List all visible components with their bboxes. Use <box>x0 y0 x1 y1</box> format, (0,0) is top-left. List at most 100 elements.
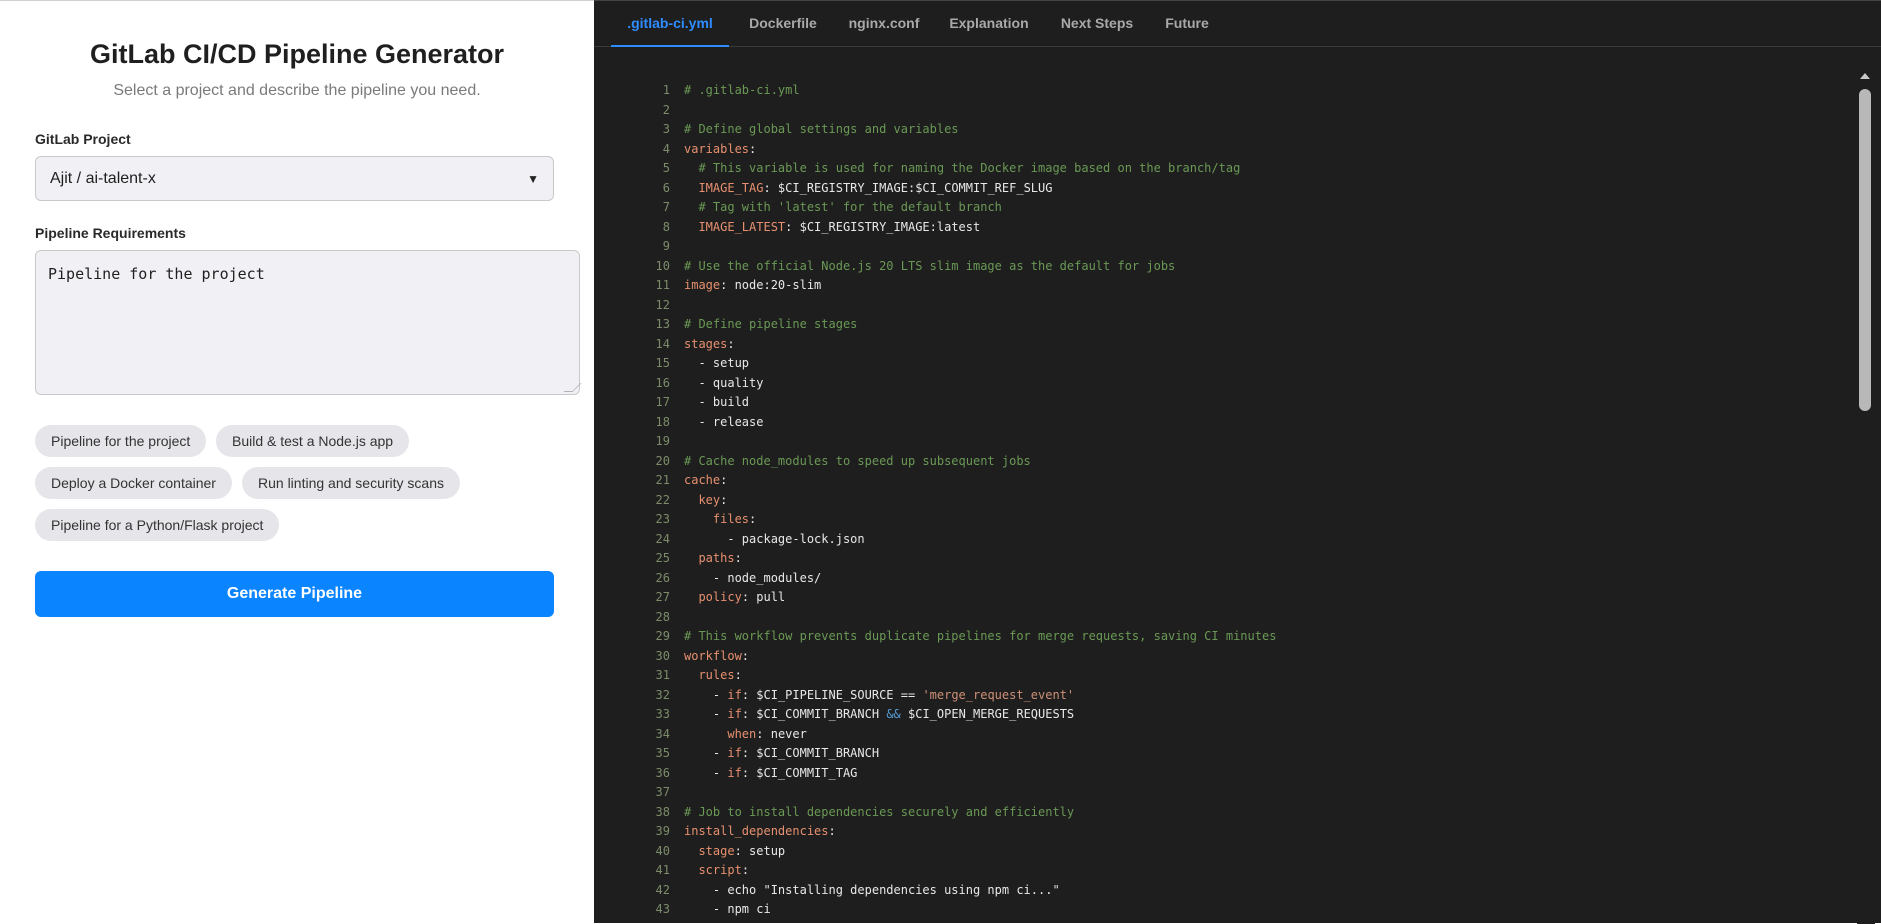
code-text: stage: setup <box>698 843 786 858</box>
code-line: 40 stage: setup <box>594 842 1854 862</box>
line-number: 15 <box>655 356 670 370</box>
code-line: 9 <box>594 237 1854 257</box>
generate-pipeline-button[interactable]: Generate Pipeline <box>35 571 554 617</box>
code-text: policy: pull <box>698 590 786 604</box>
line-number: 1 <box>662 83 670 97</box>
line-number: 18 <box>655 414 670 429</box>
line-number: 19 <box>655 434 670 448</box>
line-number: 20 <box>655 453 670 468</box>
resize-handle-icon[interactable] <box>563 383 582 392</box>
code-line: 4 variables: <box>594 140 1854 160</box>
tab-future[interactable]: Future <box>1155 1 1219 47</box>
code-line: 38 # Job to install dependencies securely… <box>594 803 1854 823</box>
code-text: # This workflow prevents duplicate pipel… <box>684 629 1277 643</box>
code-line: 3 # Define global settings and variables <box>594 120 1854 140</box>
line-number: 30 <box>655 648 670 663</box>
line-number: 41 <box>655 863 670 877</box>
project-select[interactable]: Ajit / ai-talent-x ▼ <box>35 156 554 201</box>
suggestion-chip[interactable]: Run linting and security scans <box>242 467 460 499</box>
code-line: 14 stages: <box>594 335 1854 355</box>
code-line: 13 # Define pipeline stages <box>594 315 1854 335</box>
line-number: 4 <box>662 141 670 156</box>
code-text: - node_modules/ <box>684 570 822 585</box>
line-number: 17 <box>655 395 670 409</box>
code-line: 8 IMAGE_LATEST: $CI_REGISTRY_IMAGE:lates… <box>594 218 1854 238</box>
code-line: 22 key: <box>594 491 1854 511</box>
code-text: stages: <box>684 336 735 351</box>
line-number: 24 <box>655 531 670 546</box>
code-line: 1 # .gitlab-ci.yml <box>594 81 1854 101</box>
suggestion-chip[interactable]: Deploy a Docker container <box>35 467 232 499</box>
code-line: 35 - if: $CI_COMMIT_BRANCH <box>594 744 1854 764</box>
code-text: IMAGE_LATEST: $CI_REGISTRY_IMAGE:latest <box>698 219 981 234</box>
code-text: # Job to install dependencies securely a… <box>684 804 1075 819</box>
scroll-up-arrow-icon[interactable] <box>1860 73 1870 79</box>
line-number: 12 <box>655 297 670 312</box>
code-line: 33 - if: $CI_COMMIT_BRANCH && $CI_OPEN_M… <box>594 705 1854 725</box>
line-number: 33 <box>655 707 670 721</box>
line-number: 28 <box>655 609 670 624</box>
tab-explanation[interactable]: Explanation <box>939 1 1039 47</box>
line-number: 5 <box>662 161 670 175</box>
code-text: # This variable is used for naming the D… <box>698 161 1241 175</box>
code-editor[interactable]: 1 # .gitlab-ci.yml 2 3 # Define global setti… <box>594 81 1854 924</box>
tab-gitlab-ci[interactable]: .gitlab-ci.yml <box>611 1 729 47</box>
code-line: 12 <box>594 296 1854 316</box>
line-number: 37 <box>655 785 670 799</box>
code-text: variables: <box>684 141 757 156</box>
tab-nginx-conf[interactable]: nginx.conf <box>838 1 930 47</box>
code-line: 16 - quality <box>594 374 1854 394</box>
code-line: 37 <box>594 783 1854 803</box>
scrollbar-thumb[interactable] <box>1859 89 1871 411</box>
output-tabs: .gitlab-ci.yml Dockerfile nginx.conf Exp… <box>594 1 1881 47</box>
code-line: 42 - echo "Installing dependencies using… <box>594 881 1854 901</box>
code-text: when: never <box>727 726 807 741</box>
line-number: 14 <box>655 336 670 351</box>
code-text: paths: <box>698 551 742 565</box>
code-text: # Define pipeline stages <box>684 317 858 331</box>
line-number: 34 <box>655 726 670 741</box>
code-line: 32 - if: $CI_PIPELINE_SOURCE == 'merge_r… <box>594 686 1854 706</box>
code-text: # Define global settings and variables <box>684 122 959 136</box>
suggestion-chip[interactable]: Pipeline for the project <box>35 425 207 457</box>
suggestion-chip[interactable]: Build & test a Node.js app <box>216 425 410 457</box>
line-number: 27 <box>655 590 670 604</box>
suggestion-chip[interactable]: Pipeline for a Python/Flask project <box>35 509 280 541</box>
code-line: 18 - release <box>594 413 1854 433</box>
code-text: files: <box>712 512 757 526</box>
line-number: 31 <box>655 668 670 682</box>
generator-panel: GitLab CI/CD Pipeline Generator Select a… <box>0 0 594 923</box>
code-text: IMAGE_TAG: $CI_REGISTRY_IMAGE:$CI_COMMIT… <box>698 180 1053 195</box>
line-number: 25 <box>655 551 670 565</box>
code-line: 2 <box>594 101 1854 121</box>
code-text: - release <box>684 414 764 429</box>
line-number: 35 <box>655 746 670 760</box>
code-line: 28 <box>594 608 1854 628</box>
code-text: - if: $CI_PIPELINE_SOURCE == 'merge_requ… <box>684 687 1075 702</box>
line-number: 10 <box>655 258 670 273</box>
line-number: 22 <box>655 492 670 507</box>
code-text: - if: $CI_COMMIT_BRANCH && $CI_OPEN_MERG… <box>684 707 1075 721</box>
code-text: key: <box>698 492 728 507</box>
tab-dockerfile[interactable]: Dockerfile <box>737 1 829 47</box>
code-line: 17 - build <box>594 393 1854 413</box>
line-number: 42 <box>655 882 670 897</box>
line-number: 21 <box>655 473 670 487</box>
code-text: - npm ci <box>684 902 771 916</box>
code-line: 31 rules: <box>594 666 1854 686</box>
code-line: 29 # This workflow prevents duplicate pip… <box>594 627 1854 647</box>
line-number: 9 <box>662 239 670 253</box>
tab-next-steps[interactable]: Next Steps <box>1049 1 1145 47</box>
code-text: cache: <box>684 473 728 487</box>
code-text: image: node:20-slim <box>684 278 822 292</box>
code-text: - echo "Installing dependencies using np… <box>684 882 1060 897</box>
requirements-textarea[interactable]: Pipeline for the project <box>35 250 582 395</box>
code-text: # Tag with 'latest' for the default bran… <box>698 200 1002 214</box>
page-title: GitLab CI/CD Pipeline Generator <box>89 39 505 69</box>
code-line: 26 - node_modules/ <box>594 569 1854 589</box>
code-text: - build <box>684 395 750 409</box>
line-number: 8 <box>662 219 670 234</box>
code-line: 39 install_dependencies: <box>594 822 1854 842</box>
code-text: - package-lock.json <box>684 531 865 546</box>
line-number: 38 <box>655 804 670 819</box>
